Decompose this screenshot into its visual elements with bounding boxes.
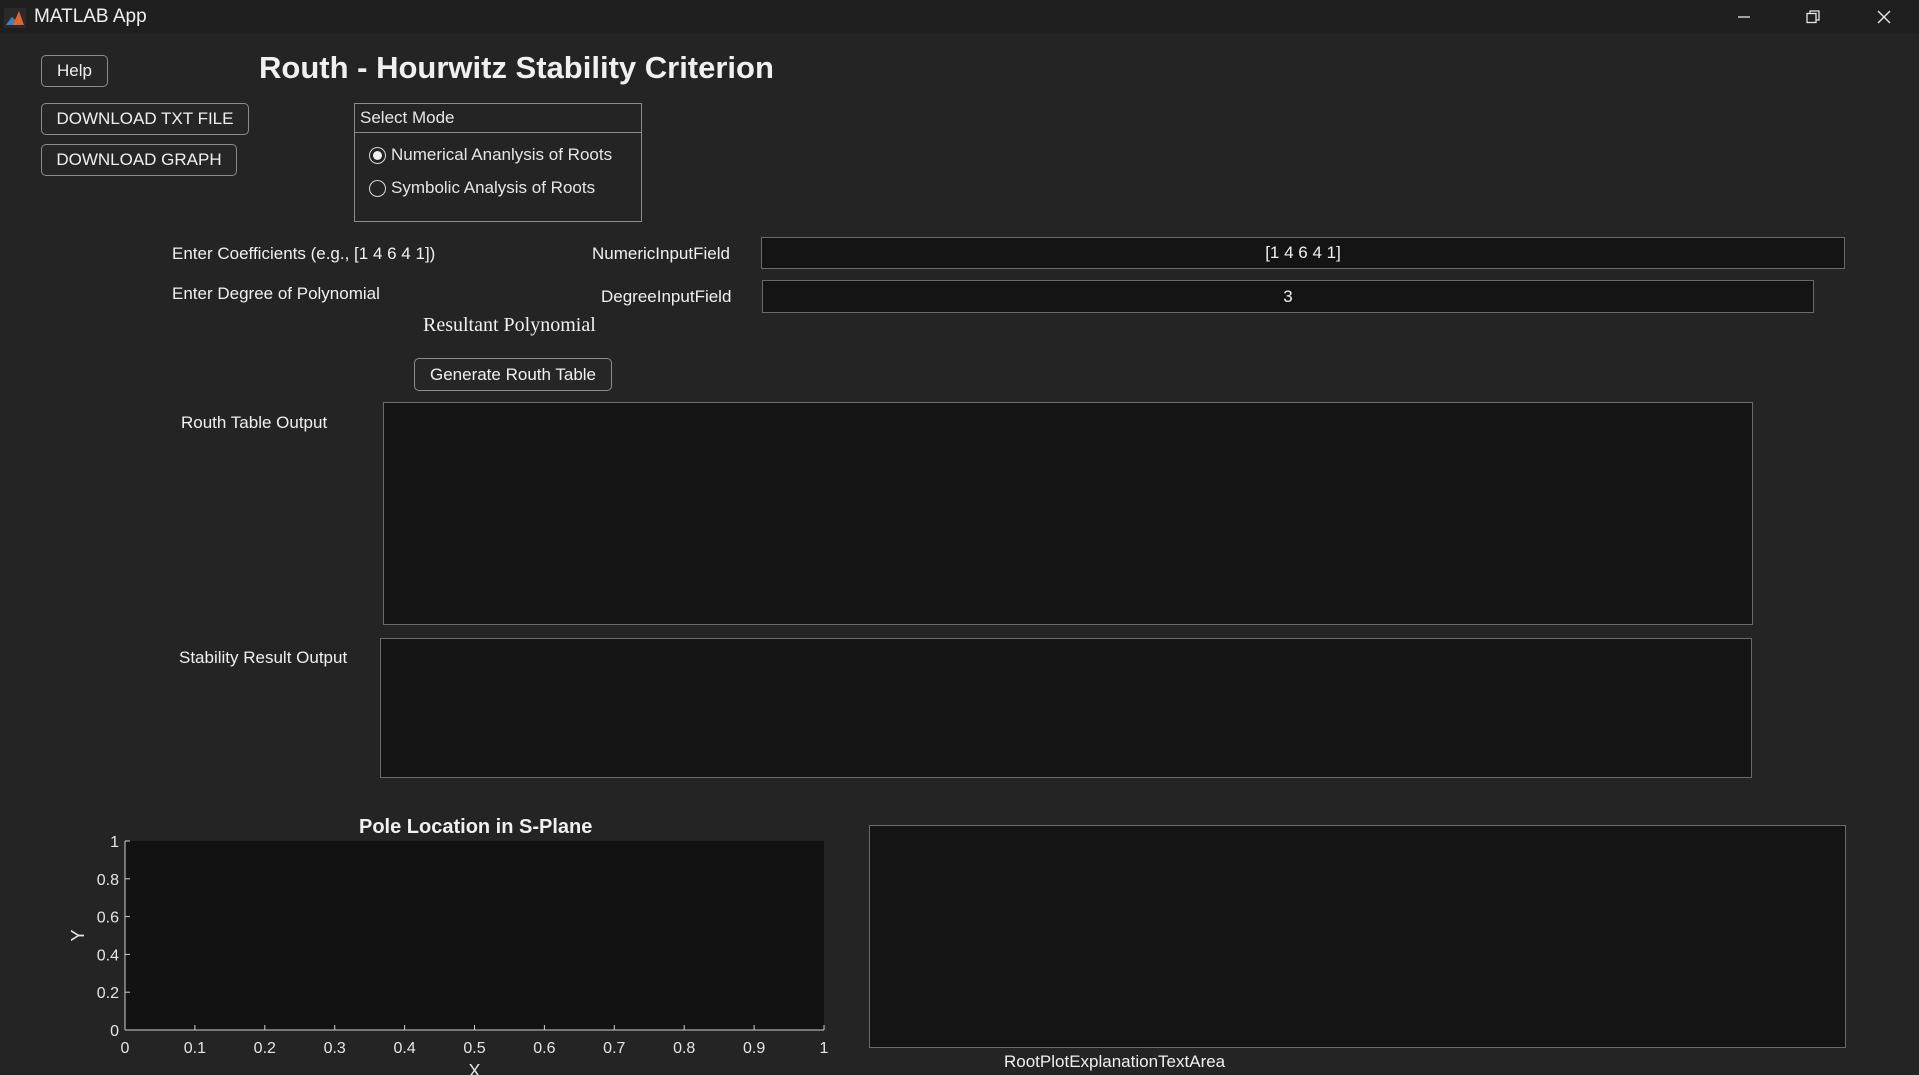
routh-table-output-label: Routh Table Output bbox=[181, 413, 328, 432]
close-button[interactable] bbox=[1850, 0, 1918, 34]
x-tick-label: 0 bbox=[121, 1040, 130, 1057]
close-icon bbox=[1877, 10, 1891, 24]
root-plot-explanation-label: RootPlotExplanationTextArea bbox=[1004, 1052, 1226, 1071]
x-tick-label: 0.5 bbox=[463, 1040, 485, 1057]
y-tick-label: 1 bbox=[110, 834, 119, 851]
degree-label: Enter Degree of Polynomial bbox=[172, 284, 380, 303]
x-tick-label: 0.4 bbox=[393, 1040, 415, 1057]
radio-symbolic-analysis[interactable]: Symbolic Analysis of Roots bbox=[369, 178, 595, 198]
coefficients-label: Enter Coefficients (e.g., [1 4 6 4 1]) bbox=[172, 244, 436, 263]
download-graph-button[interactable]: DOWNLOAD GRAPH bbox=[41, 144, 237, 176]
minimize-icon bbox=[1738, 16, 1750, 18]
routh-table-output-area[interactable] bbox=[383, 402, 1753, 625]
help-button[interactable]: Help bbox=[41, 55, 108, 87]
y-tick-label: 0 bbox=[110, 1023, 119, 1040]
x-axis-label: X bbox=[468, 1061, 480, 1075]
x-tick-label: 0.2 bbox=[254, 1040, 276, 1057]
window-title-bar bbox=[0, 0, 1919, 34]
y-tick-label: 0.2 bbox=[97, 985, 119, 1002]
select-mode-title: Select Mode bbox=[355, 104, 641, 133]
radio-label-numerical: Numerical Ananlysis of Roots bbox=[391, 145, 613, 164]
radio-label-symbolic: Symbolic Analysis of Roots bbox=[391, 178, 596, 197]
x-tick-label: 0.1 bbox=[184, 1040, 206, 1057]
page-title: Routh - Hourwitz Stability Criterion bbox=[259, 50, 774, 85]
root-plot-explanation-area[interactable] bbox=[869, 825, 1846, 1048]
plot-area bbox=[125, 841, 824, 1030]
resultant-polynomial-label: Resultant Polynomial bbox=[423, 314, 596, 336]
x-tick-label: 0.9 bbox=[743, 1040, 765, 1057]
radio-selected-icon[interactable] bbox=[369, 146, 386, 164]
x-tick-label: 0.8 bbox=[673, 1040, 695, 1057]
degree-input[interactable]: 3 bbox=[762, 280, 1814, 313]
y-tick-label: 0.8 bbox=[97, 872, 119, 889]
minimize-button[interactable] bbox=[1710, 0, 1778, 34]
stability-result-output-label: Stability Result Output bbox=[179, 648, 348, 667]
window-title: MATLAB App bbox=[34, 6, 147, 27]
y-tick-label: 0.6 bbox=[97, 910, 119, 927]
x-tick-label: 0.7 bbox=[603, 1040, 625, 1057]
x-tick-label: 1 bbox=[820, 1040, 829, 1057]
pole-location-chart: 0 0.1 0.2 0.3 0.4 0.5 0.6 0.7 0.8 0.9 1 0 0.2 0.4 0.6 0… bbox=[68, 834, 829, 1075]
numeric-input-field-label: NumericInputField bbox=[592, 244, 730, 263]
stability-result-output-area[interactable] bbox=[380, 638, 1752, 778]
x-tick-label: 0.3 bbox=[324, 1040, 346, 1057]
coefficients-input[interactable]: [1 4 6 4 1] bbox=[761, 237, 1845, 269]
y-axis-label: Y bbox=[68, 929, 88, 941]
select-mode-panel: Select Mode Numerical Ananlysis of Roots… bbox=[354, 103, 642, 222]
download-txt-button[interactable]: DOWNLOAD TXT FILE bbox=[41, 103, 249, 135]
degree-input-field-label: DegreeInputField bbox=[601, 287, 732, 306]
x-tick-label: 0.6 bbox=[533, 1040, 555, 1057]
generate-routh-table-button[interactable]: Generate Routh Table bbox=[414, 358, 612, 391]
restore-button[interactable] bbox=[1779, 0, 1847, 34]
restore-icon bbox=[1806, 10, 1820, 24]
radio-unselected-icon[interactable] bbox=[369, 179, 386, 197]
y-tick-label: 0.4 bbox=[97, 947, 119, 964]
matlab-logo-icon bbox=[4, 8, 26, 28]
radio-numerical-analysis[interactable]: Numerical Ananlysis of Roots bbox=[369, 145, 612, 165]
